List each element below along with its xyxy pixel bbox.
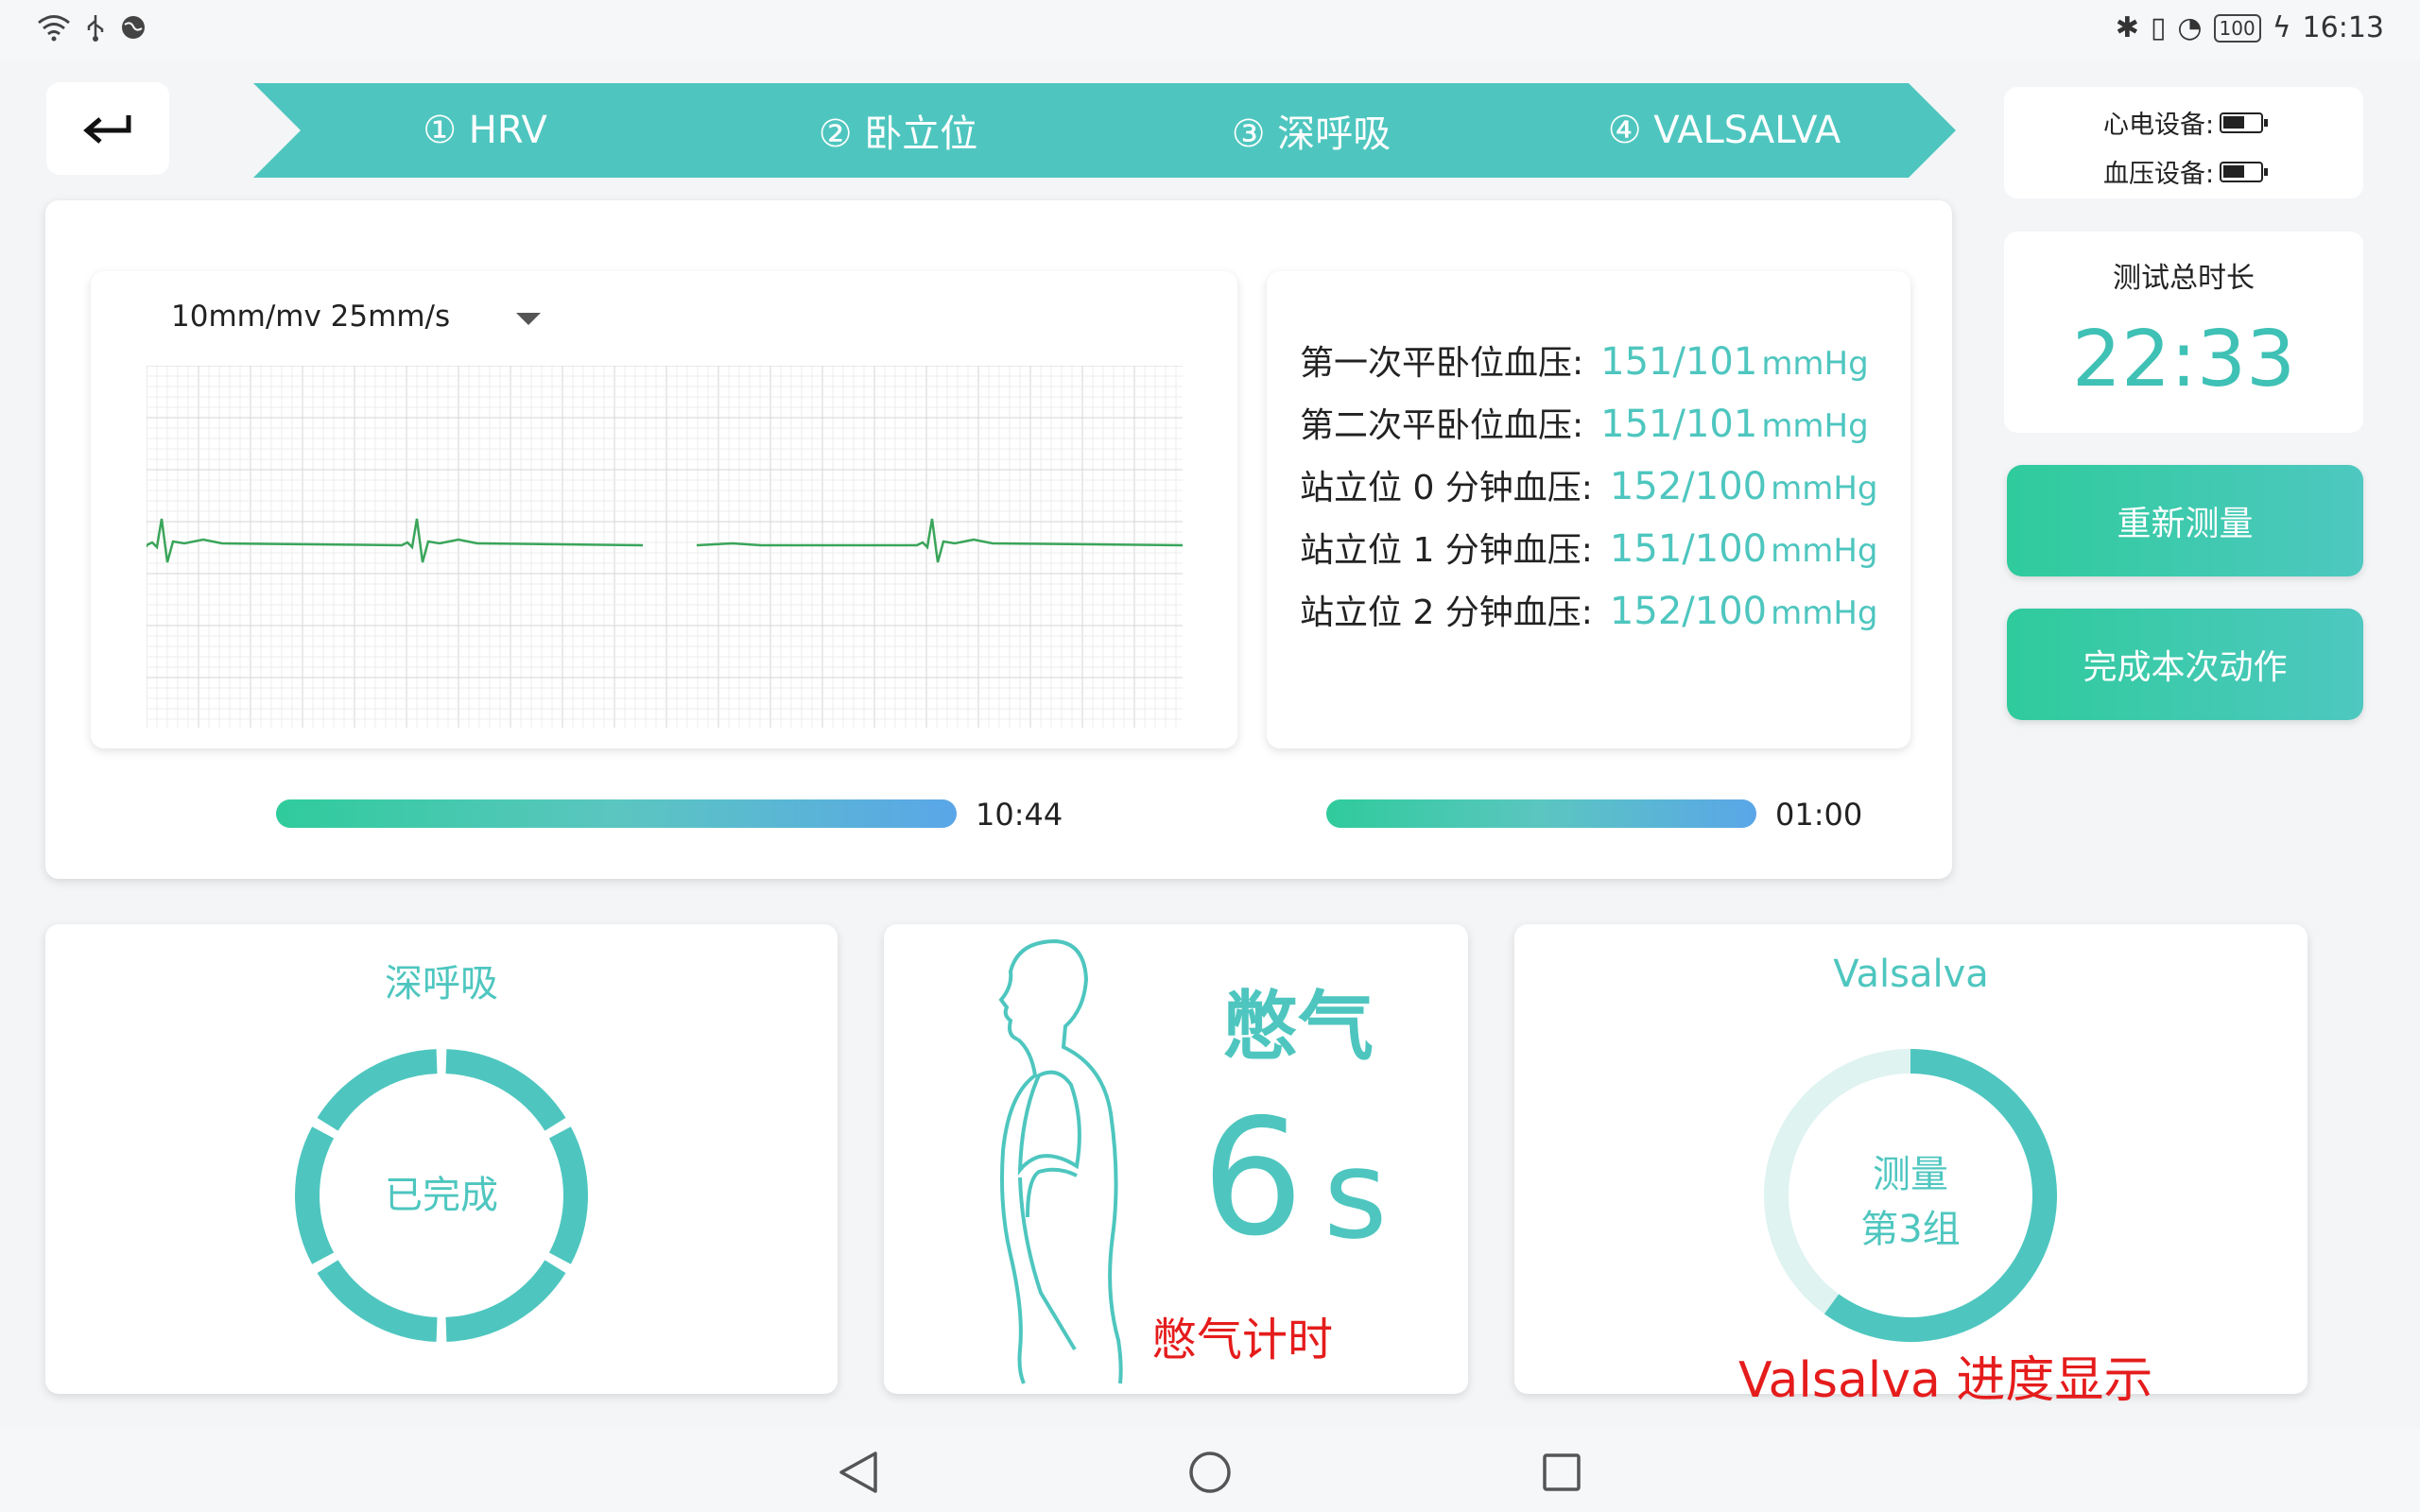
bp-unit: mmHg bbox=[1771, 532, 1878, 570]
back-nav-button[interactable] bbox=[832, 1446, 885, 1499]
globe-icon bbox=[122, 16, 145, 39]
ring-segment bbox=[317, 1049, 438, 1131]
circle-home-icon bbox=[1189, 1452, 1231, 1493]
valsalva-title: Valsalva bbox=[1833, 953, 1989, 996]
back-arrow-icon bbox=[83, 115, 131, 144]
breath-hold-card: 憋气 6 s 憋气计时 bbox=[884, 924, 1468, 1394]
ecg-progress-bar bbox=[276, 799, 957, 828]
breath-hold-title: 憋气 bbox=[1222, 983, 1374, 1071]
step-progress: ① HRV ② 卧立位 ③ 深呼吸 ④ VALSALVA bbox=[253, 83, 1956, 178]
battery-level: 100 bbox=[2213, 13, 2261, 43]
navigation-bar bbox=[0, 1429, 2420, 1512]
device-status: 心电设备: 血压设备: bbox=[2004, 87, 2363, 198]
ring-segment bbox=[317, 1260, 438, 1342]
bp-label: 第二次平卧位血压: bbox=[1300, 406, 1584, 445]
step-valsalva[interactable]: ④ VALSALVA bbox=[1493, 83, 1956, 178]
ecg-panel: 10mm/mv 25mm/s bbox=[91, 271, 1237, 748]
ecg-progress-time: 10:44 bbox=[976, 797, 1063, 833]
battery-icon bbox=[2220, 161, 2269, 182]
bp-unit: mmHg bbox=[1761, 407, 1869, 445]
ecg-device-label: 心电设备: bbox=[2103, 111, 2215, 140]
triangle-back-icon bbox=[839, 1452, 877, 1493]
wifi-icon bbox=[38, 15, 70, 42]
breath-hold-count: 6 bbox=[1201, 1085, 1305, 1272]
ecg-grid bbox=[146, 365, 1183, 728]
valsalva-line1: 测量 bbox=[1873, 1153, 1948, 1196]
valsalva-status: 测量 第3组 bbox=[1757, 1147, 2064, 1257]
duration-title: 测试总时长 bbox=[2113, 262, 2255, 295]
recents-nav-button[interactable] bbox=[1535, 1446, 1588, 1499]
step-label: ④ VALSALVA bbox=[1607, 109, 1841, 152]
charging-icon: ϟ bbox=[2272, 11, 2291, 44]
breath-hold-unit: s bbox=[1323, 1123, 1388, 1266]
ring-segment bbox=[445, 1260, 566, 1342]
bp-device-label: 血压设备: bbox=[2103, 160, 2215, 189]
speed-icon: ◔ bbox=[2177, 11, 2203, 44]
battery-icon bbox=[2220, 112, 2269, 133]
bp-label: 第一次平卧位血压: bbox=[1300, 344, 1584, 383]
back-button[interactable] bbox=[46, 82, 169, 175]
bp-label: 站立位 1 分钟血压: bbox=[1300, 531, 1593, 570]
bp-row: 第一次平卧位血压: 151/101 mmHg bbox=[1300, 335, 1869, 385]
ecg-trace-segment bbox=[696, 518, 1184, 563]
bp-unit: mmHg bbox=[1761, 345, 1869, 383]
bp-label: 站立位 0 分钟血压: bbox=[1300, 469, 1593, 507]
bp-value: 151/100 bbox=[1609, 527, 1768, 571]
bp-progress-bar bbox=[1326, 799, 1756, 828]
step-label: ③ 深呼吸 bbox=[1231, 112, 1392, 156]
bp-value: 152/100 bbox=[1609, 465, 1768, 508]
square-recents-icon bbox=[1543, 1453, 1581, 1491]
bp-row: 站立位 0 分钟血压: 152/100 mmHg bbox=[1300, 460, 1877, 509]
bp-progress-time: 01:00 bbox=[1775, 797, 1863, 833]
bp-value: 151/101 bbox=[1600, 340, 1758, 384]
bp-row: 站立位 2 分钟血压: 152/100 mmHg bbox=[1300, 585, 1877, 634]
home-nav-button[interactable] bbox=[1184, 1446, 1236, 1499]
deep-breath-title: 深呼吸 bbox=[385, 962, 498, 1005]
bluetooth-icon: ✱ bbox=[2115, 11, 2139, 44]
valsalva-progress-label: Valsalva 进度显示 bbox=[1738, 1352, 2153, 1409]
step-label: ① HRV bbox=[423, 109, 547, 152]
ecg-device-status: 心电设备: bbox=[2103, 104, 2269, 141]
finish-action-button[interactable]: 完成本次动作 bbox=[2007, 609, 2363, 720]
blood-pressure-panel: 第一次平卧位血压: 151/101 mmHg 第二次平卧位血压: 151/101… bbox=[1267, 271, 1910, 748]
clock: 16:13 bbox=[2302, 11, 2384, 44]
bp-value: 152/100 bbox=[1609, 590, 1768, 633]
ring-segment bbox=[445, 1049, 566, 1131]
remeasure-button[interactable]: 重新测量 bbox=[2007, 465, 2363, 576]
duration-time: 22:33 bbox=[2071, 315, 2296, 404]
bp-label: 站立位 2 分钟血压: bbox=[1300, 593, 1593, 632]
bp-row: 站立位 1 分钟血压: 151/100 mmHg bbox=[1300, 523, 1877, 572]
step-lying-standing[interactable]: ② 卧立位 bbox=[666, 83, 1130, 178]
step-deep-breath[interactable]: ③ 深呼吸 bbox=[1080, 83, 1543, 178]
vibrate-icon: ▯ bbox=[2150, 11, 2167, 44]
total-duration: 测试总时长 22:33 bbox=[2004, 232, 2363, 433]
ecg-waveform bbox=[145, 365, 1184, 728]
bp-device-status: 血压设备: bbox=[2103, 153, 2269, 190]
step-label: ② 卧立位 bbox=[818, 112, 978, 156]
chevron-down-icon bbox=[516, 312, 542, 325]
step-hrv[interactable]: ① HRV bbox=[253, 83, 717, 178]
ecg-speed-value: 10mm/mv 25mm/s bbox=[171, 300, 451, 334]
bp-unit: mmHg bbox=[1771, 594, 1878, 632]
usb-icon bbox=[87, 15, 104, 42]
ecg-speed-select[interactable]: 10mm/mv 25mm/s bbox=[171, 300, 542, 334]
bp-unit: mmHg bbox=[1771, 470, 1878, 507]
valsalva-card: Valsalva 测量 第3组 Valsalva 进度显示 bbox=[1514, 924, 2308, 1409]
deep-breath-status: 已完成 bbox=[385, 1174, 498, 1217]
valsalva-line2: 第3组 bbox=[1860, 1208, 1961, 1251]
status-bar: ✱ ▯ ◔ 100 ϟ 16:13 bbox=[0, 0, 2420, 60]
bp-value: 151/101 bbox=[1600, 403, 1758, 446]
body-profile-icon bbox=[998, 938, 1123, 1384]
breath-hold-timer-label: 憋气计时 bbox=[1151, 1314, 1334, 1366]
ecg-trace-segment bbox=[145, 518, 644, 563]
deep-breath-card: 深呼吸 已完成 bbox=[45, 924, 838, 1394]
bp-row: 第二次平卧位血压: 151/101 mmHg bbox=[1300, 398, 1869, 447]
